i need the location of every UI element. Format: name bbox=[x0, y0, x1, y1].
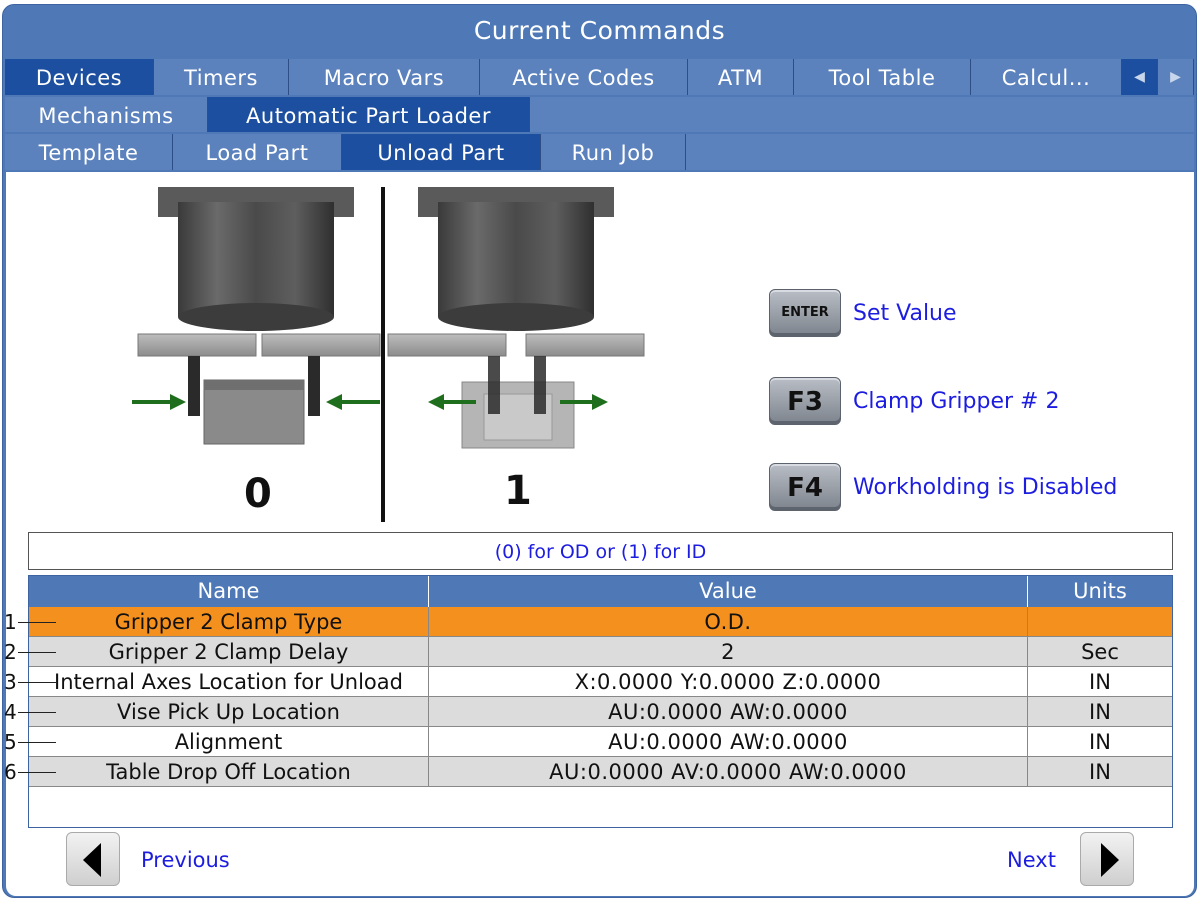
previous-label[interactable]: Previous bbox=[141, 848, 230, 872]
row-number: 6 bbox=[4, 757, 55, 787]
row-units: IN bbox=[1089, 760, 1111, 784]
row-value[interactable]: 2 bbox=[429, 637, 1028, 666]
table-header: Name Value Units bbox=[29, 576, 1172, 607]
row-number: 5 bbox=[4, 727, 55, 757]
od-gripper-graphic bbox=[132, 187, 381, 445]
row-value[interactable]: X:0.0000 Y:0.0000 Z:0.0000 bbox=[429, 667, 1028, 696]
tab-load-part[interactable]: Load Part bbox=[173, 134, 342, 170]
tab-mechanisms[interactable]: Mechanisms bbox=[5, 97, 208, 132]
row-units: Sec bbox=[1081, 640, 1119, 664]
f4-key-label: Workholding is Disabled bbox=[853, 474, 1118, 500]
content-panel: 0 1 ENTER Set Value F3 Clamp Gripper # 2… bbox=[4, 172, 1194, 896]
tab-timers[interactable]: Timers bbox=[154, 59, 289, 95]
settings-table: Name Value Units Gripper 2 Clamp Type O.… bbox=[28, 575, 1173, 828]
table-row[interactable]: Table Drop Off Location AU:0.0000 AV:0.0… bbox=[29, 757, 1172, 787]
enter-key-label: Set Value bbox=[853, 300, 957, 326]
next-button[interactable] bbox=[1080, 832, 1134, 886]
row-value[interactable]: AU:0.0000 AV:0.0000 AW:0.0000 bbox=[429, 757, 1028, 786]
previous-button[interactable] bbox=[66, 832, 120, 886]
row-name: Table Drop Off Location bbox=[29, 757, 429, 786]
row-number: 1 bbox=[4, 607, 55, 637]
row-number: 2 bbox=[4, 637, 55, 667]
gripper-clamp-illustration: 0 1 bbox=[132, 187, 645, 522]
row-name: Vise Pick Up Location bbox=[29, 697, 429, 726]
f3-key-label: Clamp Gripper # 2 bbox=[853, 388, 1060, 414]
row-value[interactable]: AU:0.0000 AW:0.0000 bbox=[429, 727, 1028, 756]
f4-key-icon[interactable]: F4 bbox=[769, 463, 841, 511]
tab-run-job[interactable]: Run Job bbox=[541, 134, 686, 170]
tab-scroll-right-icon[interactable]: ▶ bbox=[1158, 59, 1194, 95]
row-value[interactable]: AU:0.0000 AW:0.0000 bbox=[429, 697, 1028, 726]
tab-unload-part[interactable]: Unload Part bbox=[342, 134, 541, 170]
tab-macro-vars[interactable]: Macro Vars bbox=[289, 59, 480, 95]
tab-row-apl: Template Load Part Unload Part Run Job bbox=[5, 134, 1194, 170]
table-row[interactable]: Alignment AU:0.0000 AW:0.0000 IN bbox=[29, 727, 1172, 757]
row-name: Internal Axes Location for Unload bbox=[29, 667, 429, 696]
tab-template[interactable]: Template bbox=[5, 134, 173, 170]
tab-row-main: Devices Timers Macro Vars Active Codes A… bbox=[5, 59, 1194, 95]
row-units: IN bbox=[1089, 700, 1111, 724]
row-number: 4 bbox=[4, 697, 55, 727]
f3-key-icon[interactable]: F3 bbox=[769, 377, 841, 425]
row-name: Gripper 2 Clamp Delay bbox=[29, 637, 429, 666]
row-units: IN bbox=[1089, 730, 1111, 754]
header-name: Name bbox=[29, 576, 429, 607]
tab-row-devices: Mechanisms Automatic Part Loader bbox=[5, 97, 1194, 132]
row-name: Gripper 2 Clamp Type bbox=[29, 607, 429, 636]
next-label[interactable]: Next bbox=[1007, 848, 1056, 872]
row-number: 3 bbox=[4, 667, 55, 697]
input-hint: (0) for OD or (1) for ID bbox=[28, 532, 1173, 570]
tab-atm[interactable]: ATM bbox=[688, 59, 794, 95]
tab-automatic-part-loader[interactable]: Automatic Part Loader bbox=[208, 97, 530, 132]
enter-key-icon[interactable]: ENTER bbox=[769, 289, 841, 337]
arrow-right-icon bbox=[1101, 843, 1119, 877]
table-row[interactable]: Gripper 2 Clamp Type O.D. bbox=[29, 607, 1172, 637]
id-gripper-graphic bbox=[387, 187, 645, 449]
tab-tool-table[interactable]: Tool Table bbox=[794, 59, 971, 95]
table-row[interactable]: Gripper 2 Clamp Delay 2 Sec bbox=[29, 637, 1172, 667]
enter-key-hint[interactable]: ENTER Set Value bbox=[769, 287, 957, 339]
header-value: Value bbox=[429, 576, 1028, 607]
current-commands-window: Current Commands Devices Timers Macro Va… bbox=[2, 4, 1197, 898]
id-label: 1 bbox=[504, 468, 532, 514]
tab-devices[interactable]: Devices bbox=[5, 59, 154, 95]
row-units: IN bbox=[1089, 670, 1111, 694]
arrow-left-icon bbox=[83, 843, 101, 877]
tab-active-codes[interactable]: Active Codes bbox=[480, 59, 688, 95]
row-units bbox=[1028, 607, 1172, 636]
table-row[interactable]: Vise Pick Up Location AU:0.0000 AW:0.000… bbox=[29, 697, 1172, 727]
row-value[interactable]: O.D. bbox=[429, 607, 1028, 636]
f3-key-hint[interactable]: F3 Clamp Gripper # 2 bbox=[769, 375, 1059, 427]
header-units: Units bbox=[1073, 579, 1127, 603]
f4-key-hint[interactable]: F4 Workholding is Disabled bbox=[769, 461, 1117, 513]
table-row[interactable]: Internal Axes Location for Unload X:0.00… bbox=[29, 667, 1172, 697]
od-label: 0 bbox=[244, 471, 272, 517]
window-title: Current Commands bbox=[473, 16, 726, 45]
tab-scroll-left-icon[interactable]: ◀ bbox=[1122, 59, 1158, 95]
tab-calculator[interactable]: Calcul... bbox=[971, 59, 1122, 95]
row-name: Alignment bbox=[29, 727, 429, 756]
